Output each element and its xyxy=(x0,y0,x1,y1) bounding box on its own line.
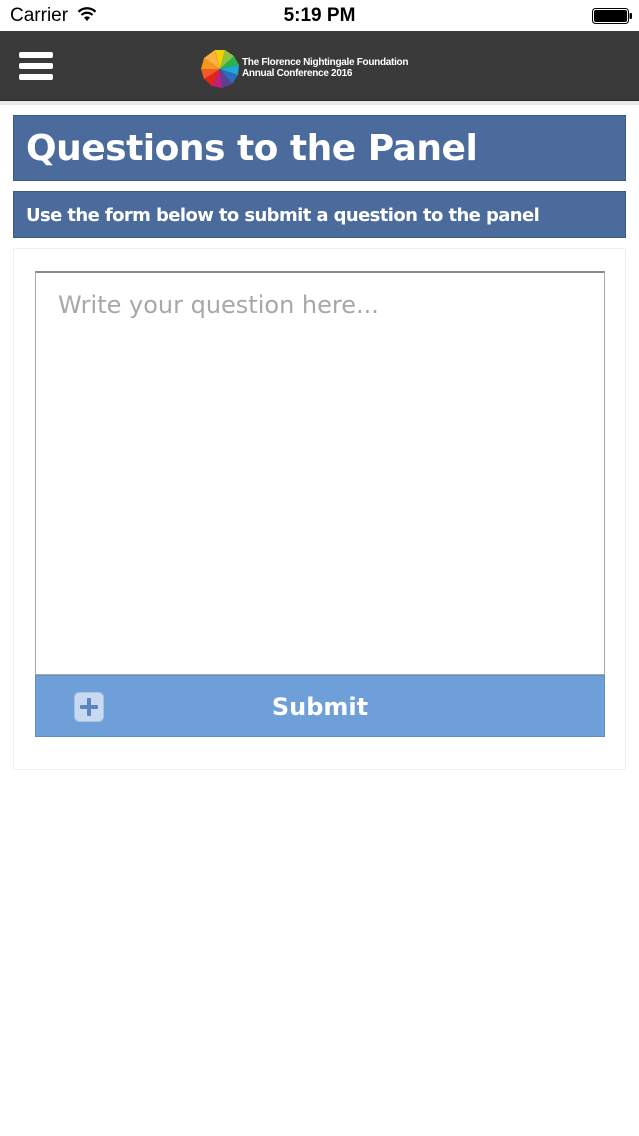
submit-label: Submit xyxy=(271,693,369,721)
status-bar: Carrier 5:19 PM xyxy=(0,0,639,31)
logo-line-2: Annual Conference 2016 xyxy=(242,68,353,79)
page-subtitle: Use the form below to submit a question … xyxy=(26,205,540,226)
foundation-logo: The Florence Nightingale Foundation Annu… xyxy=(200,49,440,89)
app-header: The Florence Nightingale Foundation Annu… xyxy=(0,31,639,101)
battery-icon xyxy=(592,8,632,24)
logo-star-icon xyxy=(201,50,239,88)
hamburger-menu-icon[interactable] xyxy=(19,50,53,82)
submit-button[interactable]: Submit xyxy=(35,675,605,737)
question-input[interactable] xyxy=(35,271,605,675)
page-title-banner: Questions to the Panel xyxy=(13,115,626,181)
page-title: Questions to the Panel xyxy=(26,128,478,169)
status-time: 5:19 PM xyxy=(283,5,356,26)
logo-line-1: The Florence Nightingale Foundation xyxy=(242,57,409,68)
page-subtitle-banner: Use the form below to submit a question … xyxy=(13,191,626,238)
header-divider xyxy=(0,101,639,105)
question-form: Submit xyxy=(13,248,626,770)
logo-text: The Florence Nightingale Foundation Annu… xyxy=(242,57,408,79)
